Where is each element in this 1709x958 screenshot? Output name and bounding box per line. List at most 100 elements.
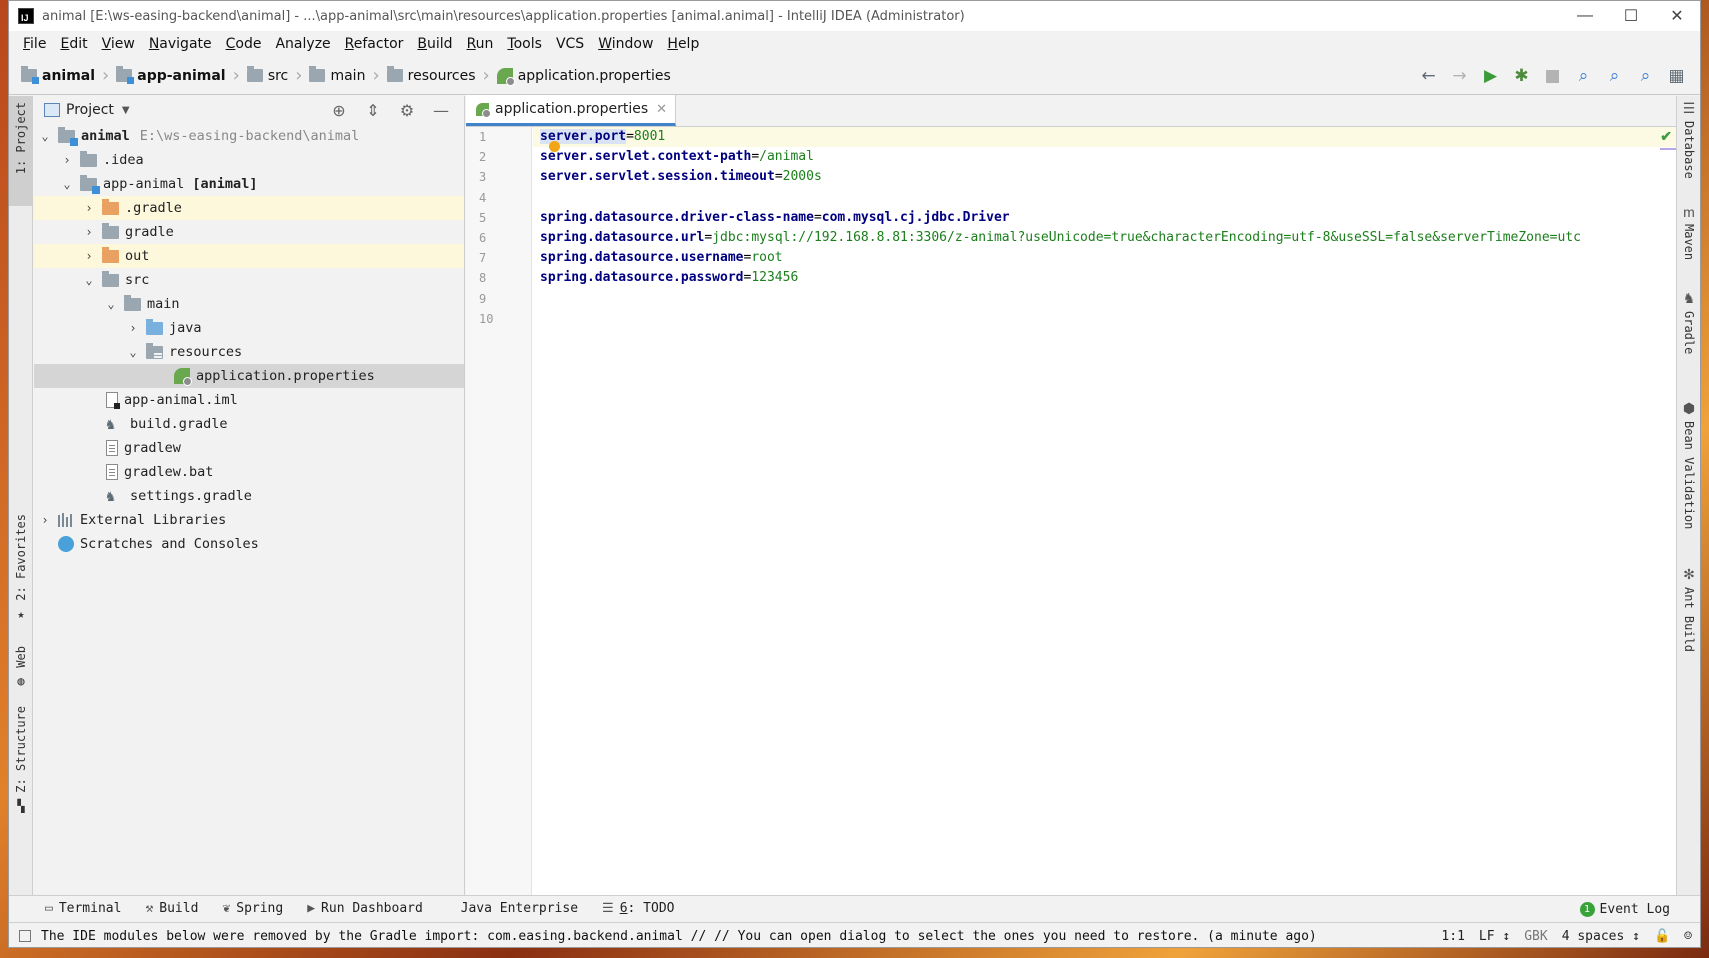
minimize-button[interactable]: — xyxy=(1562,1,1608,31)
menu-refactor[interactable]: Refactor xyxy=(338,31,411,57)
tree-item-idea[interactable]: › .idea xyxy=(34,148,464,172)
inspector-hector-icon[interactable]: ☺ xyxy=(1684,929,1692,944)
tree-item-src[interactable]: ⌄ src xyxy=(34,268,464,292)
chevron-right-icon[interactable]: › xyxy=(82,201,96,215)
tree-item-out[interactable]: › out xyxy=(34,244,464,268)
structure-tool-button[interactable]: Z: Structure ▚ xyxy=(9,700,33,813)
favorites-tool-button[interactable]: 2: Favorites ★ xyxy=(9,508,33,626)
tab-application-properties[interactable]: application.properties ✕ xyxy=(466,95,677,126)
run-dashboard-tool-button[interactable]: ▶ Run Dashboard xyxy=(307,901,423,916)
breadcrumb-animal[interactable]: animal xyxy=(21,57,95,95)
code-line[interactable]: server.servlet.session.timeout=2000s xyxy=(533,167,1678,187)
locate-target-icon[interactable]: ⊕ xyxy=(322,101,356,120)
bean-validation-tool-button[interactable]: ⬢ Bean Validation xyxy=(1677,396,1700,546)
chevron-right-icon[interactable]: › xyxy=(126,321,140,335)
gradle-tool-button[interactable]: ♞ Gradle xyxy=(1677,286,1700,368)
code-line[interactable]: spring.datasource.password=123456 xyxy=(533,268,1678,288)
tree-item-build-gradle[interactable]: ♞ build.gradle xyxy=(34,412,464,436)
code-line[interactable]: spring.datasource.driver-class-name=com.… xyxy=(533,208,1678,228)
chevron-right-icon[interactable]: › xyxy=(60,153,74,167)
menu-edit[interactable]: Edit xyxy=(53,31,94,57)
tree-item-animal[interactable]: ⌄ animal E:\ws-easing-backend\animal xyxy=(34,124,464,148)
tree-item-application-properties[interactable]: application.properties xyxy=(34,364,464,388)
tool-windows-toggle-icon[interactable] xyxy=(19,930,31,942)
tree-item-dot-gradle[interactable]: › .gradle xyxy=(34,196,464,220)
back-arrow-icon[interactable]: ← xyxy=(1413,61,1444,91)
indent-selector[interactable]: 4 spaces ↕ xyxy=(1562,929,1640,944)
ant-build-tool-button[interactable]: ✻ Ant Build xyxy=(1677,562,1700,670)
chevron-right-icon[interactable]: › xyxy=(82,225,96,239)
status-message[interactable]: The IDE modules below were removed by th… xyxy=(41,929,1317,944)
spring-tool-button[interactable]: ❦ Spring xyxy=(222,901,283,916)
chevron-down-icon[interactable]: ⌄ xyxy=(104,297,118,311)
gear-icon[interactable]: ⚙ xyxy=(390,101,424,120)
menu-view[interactable]: View xyxy=(95,31,142,57)
hide-minimize-icon[interactable]: — xyxy=(424,101,458,120)
code-line[interactable]: spring.datasource.url=jdbc:mysql://192.1… xyxy=(533,228,1678,248)
maximize-button[interactable]: ☐ xyxy=(1608,1,1654,31)
breadcrumb-resources[interactable]: resources xyxy=(386,57,476,95)
menu-run[interactable]: Run xyxy=(460,31,501,57)
menu-vcs[interactable]: VCS xyxy=(549,31,591,57)
close-tab-icon[interactable]: ✕ xyxy=(656,102,667,117)
maven-tool-button[interactable]: m Maven xyxy=(1677,200,1700,276)
tree-item-main[interactable]: ⌄ main xyxy=(34,292,464,316)
chevron-down-icon[interactable]: ⌄ xyxy=(126,345,140,359)
caret-position[interactable]: 1:1 xyxy=(1441,929,1464,944)
code-line[interactable]: server.port=8001 xyxy=(533,127,1678,148)
search-icon[interactable]: ⌕ xyxy=(1568,61,1599,91)
build-tool-button[interactable]: ⚒ Build xyxy=(145,901,198,916)
lock-icon[interactable]: 🔓 xyxy=(1654,929,1670,944)
breadcrumb-application-properties[interactable]: application.properties xyxy=(496,57,671,95)
code-text-area[interactable]: server.port=8001 server.servlet.context-… xyxy=(533,127,1678,329)
chevron-right-icon[interactable]: › xyxy=(82,249,96,263)
menu-help[interactable]: Help xyxy=(660,31,706,57)
tree-item-app-animal-iml[interactable]: app-animal.iml xyxy=(34,388,464,412)
menu-file[interactable]: File xyxy=(16,31,53,57)
menu-navigate[interactable]: Navigate xyxy=(142,31,219,57)
menu-build[interactable]: Build xyxy=(410,31,459,57)
run-icon[interactable]: ▶ xyxy=(1475,61,1506,91)
menu-code[interactable]: Code xyxy=(219,31,269,57)
inspection-ok-check-icon[interactable]: ✔ xyxy=(1660,128,1672,145)
line-separator-selector[interactable]: LF ↕ xyxy=(1479,929,1510,944)
forward-arrow-icon[interactable]: → xyxy=(1444,61,1475,91)
tree-item-java[interactable]: › java xyxy=(34,316,464,340)
chevron-right-icon[interactable]: › xyxy=(38,513,52,527)
tree-item-app-animal[interactable]: ⌄ app-animal [animal] xyxy=(34,172,464,196)
terminal-tool-button[interactable]: ▭ Terminal xyxy=(45,901,121,916)
file-encoding-selector[interactable]: GBK xyxy=(1524,929,1547,944)
code-line[interactable] xyxy=(533,309,1678,329)
code-line[interactable]: spring.datasource.username=root xyxy=(533,248,1678,268)
tree-item-gradle[interactable]: › gradle xyxy=(34,220,464,244)
java-enterprise-tool-button[interactable]: Java Enterprise xyxy=(447,901,578,916)
code-line[interactable] xyxy=(533,188,1678,208)
chevron-down-icon[interactable]: ⌄ xyxy=(38,129,52,143)
database-tool-button[interactable]: ☰ Database xyxy=(1677,96,1700,192)
project-view-selector[interactable]: Project xyxy=(66,102,114,118)
chevron-down-icon[interactable]: ⌄ xyxy=(60,177,74,191)
tree-item-settings-gradle[interactable]: ♞ settings.gradle xyxy=(34,484,464,508)
intention-bulb-icon[interactable] xyxy=(549,141,560,152)
menu-analyze[interactable]: Analyze xyxy=(268,31,337,57)
collapse-all-icon[interactable]: ⇕ xyxy=(356,101,390,120)
search-everywhere-icon[interactable]: ⌕ xyxy=(1630,61,1661,91)
code-line[interactable] xyxy=(533,289,1678,309)
tree-item-gradlew[interactable]: gradlew xyxy=(34,436,464,460)
code-line[interactable]: server.servlet.context-path=/animal xyxy=(533,147,1678,167)
menu-window[interactable]: Window xyxy=(591,31,660,57)
dropdown-caret-icon[interactable]: ▼ xyxy=(122,105,130,116)
breadcrumb-app-animal[interactable]: app-animal xyxy=(116,57,226,95)
tree-item-external-libraries[interactable]: › External Libraries xyxy=(34,508,464,532)
close-button[interactable]: ✕ xyxy=(1654,1,1700,31)
breadcrumb-src[interactable]: src xyxy=(246,57,288,95)
web-tool-button[interactable]: Web ◍ xyxy=(9,640,33,688)
chevron-down-icon[interactable]: ⌄ xyxy=(82,273,96,287)
breadcrumb-main[interactable]: main xyxy=(309,57,365,95)
tree-item-resources[interactable]: ⌄ resources xyxy=(34,340,464,364)
menu-tools[interactable]: Tools xyxy=(500,31,549,57)
find-in-path-icon[interactable]: ⌕ xyxy=(1599,61,1630,91)
stop-icon[interactable]: ■ xyxy=(1537,61,1568,91)
project-structure-icon[interactable]: ▦ xyxy=(1661,61,1692,91)
project-tool-button[interactable]: 1: Project xyxy=(9,96,33,206)
